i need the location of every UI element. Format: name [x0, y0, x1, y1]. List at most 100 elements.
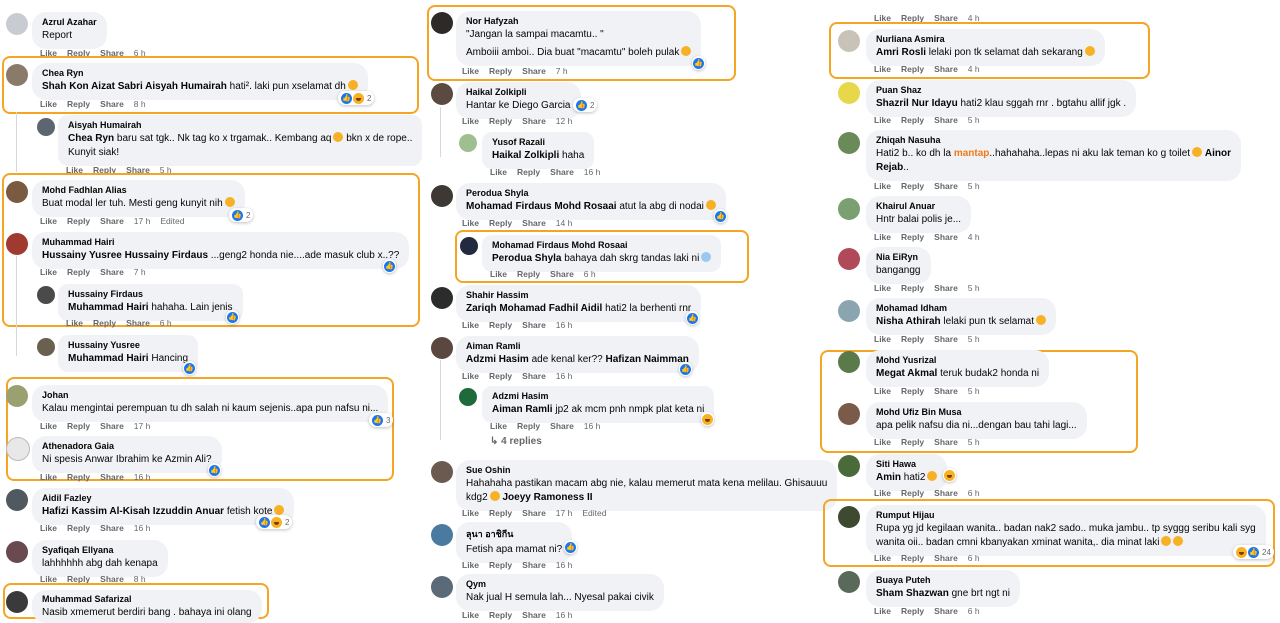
- reply-button[interactable]: Reply: [901, 488, 924, 498]
- timestamp[interactable]: 7 h: [556, 66, 568, 76]
- share-button[interactable]: Share: [522, 610, 546, 620]
- avatar[interactable]: [431, 287, 453, 309]
- avatar[interactable]: [838, 403, 860, 425]
- avatar[interactable]: [6, 181, 28, 203]
- avatar[interactable]: [6, 13, 28, 35]
- avatar[interactable]: [6, 64, 28, 86]
- commenter-name[interactable]: Mohamad Idham: [876, 303, 1046, 313]
- tagged-user[interactable]: Zariqh Mohamad Fadhil Aidil: [466, 303, 602, 314]
- commenter-name[interactable]: Hussainy Firdaus: [68, 289, 233, 299]
- tagged-user[interactable]: Ainor: [1205, 148, 1231, 159]
- avatar[interactable]: [431, 12, 453, 34]
- tagged-user[interactable]: Hafizan Naimman: [606, 354, 689, 365]
- reaction-count[interactable]: [701, 412, 714, 426]
- tagged-user[interactable]: Muhammad Hairi: [68, 353, 149, 364]
- reply-button[interactable]: Reply: [67, 472, 90, 482]
- reaction-count[interactable]: 👍 2: [573, 98, 598, 112]
- timestamp[interactable]: 7 h: [134, 267, 146, 277]
- commenter-name[interactable]: Hussainy Yusree: [68, 340, 188, 350]
- like-button[interactable]: Like: [490, 269, 507, 279]
- commenter-name[interactable]: Mohd Yusrizal: [876, 355, 1039, 365]
- tagged-user[interactable]: Shazril Nur Idayu: [876, 98, 958, 109]
- commenter-name[interactable]: Perodua Shyla: [466, 188, 716, 198]
- like-button[interactable]: Like: [874, 488, 891, 498]
- commenter-name[interactable]: Yusof Razali: [492, 137, 584, 147]
- avatar[interactable]: [459, 134, 477, 152]
- avatar[interactable]: [6, 233, 28, 255]
- reply-button[interactable]: Reply: [489, 116, 512, 126]
- tagged-user[interactable]: Amin: [876, 472, 901, 483]
- avatar[interactable]: [838, 198, 860, 220]
- timestamp[interactable]: 14 h: [556, 218, 573, 228]
- like-button[interactable]: Like: [874, 606, 891, 616]
- reply-button[interactable]: Reply: [489, 218, 512, 228]
- share-button[interactable]: Share: [934, 334, 958, 344]
- timestamp[interactable]: 5 h: [968, 386, 980, 396]
- reply-button[interactable]: Reply: [901, 232, 924, 242]
- like-button[interactable]: Like: [874, 115, 891, 125]
- share-button[interactable]: Share: [550, 421, 574, 431]
- commenter-name[interactable]: Buaya Puteh: [876, 575, 1010, 585]
- tagged-user[interactable]: Chea Ryn: [68, 133, 114, 144]
- reaction-count[interactable]: 👍: [564, 540, 577, 554]
- reaction-count[interactable]: 👍: [686, 311, 699, 325]
- commenter-name[interactable]: Mohamad Firdaus Mohd Rosaai: [492, 240, 711, 250]
- commenter-name[interactable]: Aidil Fazley: [42, 493, 284, 503]
- reply-button[interactable]: Reply: [517, 421, 540, 431]
- like-button[interactable]: Like: [462, 508, 479, 518]
- view-more-replies-link[interactable]: ↳ 4 replies: [490, 436, 542, 447]
- like-button[interactable]: Like: [462, 371, 479, 381]
- avatar[interactable]: [431, 524, 453, 546]
- reaction-count[interactable]: 👍: [714, 209, 727, 223]
- avatar[interactable]: [431, 337, 453, 359]
- like-button[interactable]: Like: [40, 523, 57, 533]
- timestamp[interactable]: 5 h: [968, 115, 980, 125]
- avatar[interactable]: [431, 83, 453, 105]
- like-button[interactable]: Like: [66, 318, 83, 328]
- share-button[interactable]: Share: [522, 560, 546, 570]
- timestamp[interactable]: 4 h: [968, 232, 980, 242]
- timestamp[interactable]: 8 h: [134, 99, 146, 109]
- tagged-user[interactable]: Amri Rosli: [876, 47, 926, 58]
- like-button[interactable]: Like: [40, 472, 57, 482]
- commenter-name[interactable]: Muhammad Safarizal: [42, 594, 252, 604]
- timestamp[interactable]: 5 h: [968, 437, 980, 447]
- share-button[interactable]: Share: [522, 66, 546, 76]
- timestamp[interactable]: 6 h: [160, 318, 172, 328]
- timestamp[interactable]: 16 h: [556, 560, 573, 570]
- like-button[interactable]: Like: [462, 320, 479, 330]
- share-button[interactable]: Share: [100, 472, 124, 482]
- commenter-name[interactable]: ลุนา อาชิกีน: [466, 527, 562, 541]
- tagged-user[interactable]: Rejab: [876, 162, 903, 173]
- like-button[interactable]: Like: [874, 64, 891, 74]
- avatar[interactable]: [37, 118, 55, 136]
- reply-button[interactable]: Reply: [93, 318, 116, 328]
- like-button[interactable]: Like: [462, 610, 479, 620]
- reply-button[interactable]: Reply: [901, 334, 924, 344]
- commenter-name[interactable]: Nor Hafyzah: [466, 16, 691, 26]
- tagged-user[interactable]: Megat Akmal: [876, 368, 937, 379]
- reaction-count[interactable]: 👍: [208, 463, 221, 477]
- avatar[interactable]: [6, 385, 28, 407]
- like-button[interactable]: Like: [874, 283, 891, 293]
- timestamp[interactable]: 5 h: [968, 283, 980, 293]
- share-button[interactable]: Share: [934, 386, 958, 396]
- timestamp[interactable]: 16 h: [584, 167, 601, 177]
- avatar[interactable]: [838, 132, 860, 154]
- tagged-user[interactable]: Hafizi Kassim Al-Kisah Izzuddin Anuar: [42, 506, 224, 517]
- share-button[interactable]: Share: [522, 320, 546, 330]
- share-button[interactable]: Share: [934, 553, 958, 563]
- commenter-name[interactable]: Mohd Fadhlan Alias: [42, 185, 235, 195]
- reaction-count[interactable]: 👍 24: [1233, 545, 1274, 559]
- timestamp[interactable]: 5 h: [968, 334, 980, 344]
- timestamp[interactable]: 16 h: [556, 371, 573, 381]
- avatar[interactable]: [460, 237, 478, 255]
- reply-button[interactable]: Reply: [901, 115, 924, 125]
- timestamp[interactable]: 6 h: [968, 553, 980, 563]
- commenter-name[interactable]: Aisyah Humairah: [68, 120, 412, 130]
- reply-button[interactable]: Reply: [517, 269, 540, 279]
- reaction-count[interactable]: 👍: [226, 310, 239, 324]
- reaction-count[interactable]: 👍 2: [338, 91, 375, 105]
- tagged-user[interactable]: Perodua Shyla: [492, 253, 561, 264]
- reaction-count[interactable]: 👍: [383, 259, 396, 273]
